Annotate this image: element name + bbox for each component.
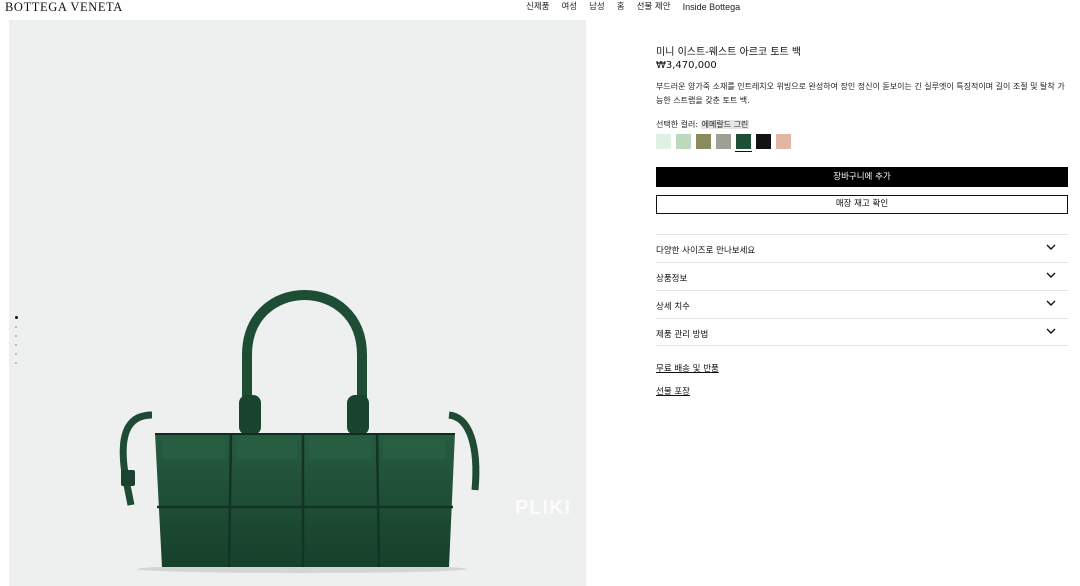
selected-color-label: 선택한 컬러: 에메랄드 그린 <box>656 119 750 130</box>
swatch-pale-green[interactable] <box>676 134 691 149</box>
gallery-dot[interactable] <box>14 316 18 319</box>
chevron-down-icon <box>1046 328 1056 334</box>
gallery-dot[interactable] <box>15 344 17 346</box>
accordion-care[interactable]: 제품 관리 방법 <box>656 318 1068 346</box>
gallery-dot[interactable] <box>15 326 17 328</box>
accordion-product-info[interactable]: 상품정보 <box>656 262 1068 290</box>
image-watermark: PLIKI <box>515 497 572 519</box>
swatch-emerald-green[interactable] <box>735 134 752 152</box>
add-to-cart-button[interactable]: 장바구니에 추가 <box>656 167 1068 187</box>
gallery-dot[interactable] <box>15 362 17 364</box>
nav-new-arrivals[interactable]: 신제품 <box>526 1 549 13</box>
gallery-dot[interactable] <box>15 335 17 337</box>
nav-women[interactable]: 여성 <box>561 1 577 13</box>
color-value: 에메랄드 그린 <box>700 120 750 129</box>
product-description: 부드러운 양가죽 소재를 인트레치오 위빙으로 완성하여 장인 정신이 돋보이는… <box>656 82 1065 105</box>
accordion-dimensions[interactable]: 상세 치수 <box>656 290 1068 318</box>
product-image-gallery[interactable]: PLIKI <box>9 20 586 586</box>
product-title: 미니 이스트-웨스트 아르코 토트 백 <box>656 47 802 58</box>
nav-gifts[interactable]: 선물 제안 <box>637 1 671 13</box>
accordion-label: 제품 관리 방법 <box>656 330 709 340</box>
chevron-down-icon <box>1046 272 1056 278</box>
nav-inside-bottega[interactable]: Inside Bottega <box>683 1 741 13</box>
swatch-black[interactable] <box>756 134 771 149</box>
check-store-stock-button[interactable]: 매장 재고 확인 <box>656 195 1068 214</box>
site-header: BOTTEGA VENETA 신제품 여성 남성 홈 선물 제안 Inside … <box>0 0 1080 16</box>
brand-logo[interactable]: BOTTEGA VENETA <box>5 0 123 14</box>
free-shipping-returns-link[interactable]: 무료 배송 및 반품 <box>656 362 719 374</box>
chevron-down-icon <box>1046 244 1056 250</box>
gift-wrap-link[interactable]: 선물 포장 <box>656 385 690 397</box>
accordion-sizes[interactable]: 다양한 사이즈로 만나보세요 <box>656 234 1068 262</box>
gallery-pagination <box>14 316 18 364</box>
nav-men[interactable]: 남성 <box>589 1 605 13</box>
color-label-text: 선택한 컬러: <box>656 120 699 129</box>
accordion-label: 상세 치수 <box>656 302 690 312</box>
accordion-label: 다양한 사이즈로 만나보세요 <box>656 246 756 256</box>
swatch-sage-grey[interactable] <box>716 134 731 149</box>
color-swatches <box>656 134 791 152</box>
product-image-bag <box>119 290 480 573</box>
swatch-olive[interactable] <box>696 134 711 149</box>
accordion-label: 상품정보 <box>656 274 688 284</box>
main-nav: 신제품 여성 남성 홈 선물 제안 Inside Bottega <box>526 1 740 13</box>
chevron-down-icon <box>1046 300 1056 306</box>
swatch-blush[interactable] <box>776 134 791 149</box>
product-price: ₩3,470,000 <box>656 60 717 71</box>
gallery-dot[interactable] <box>15 353 17 355</box>
swatch-mint[interactable] <box>656 134 671 149</box>
nav-home[interactable]: 홈 <box>617 1 625 13</box>
